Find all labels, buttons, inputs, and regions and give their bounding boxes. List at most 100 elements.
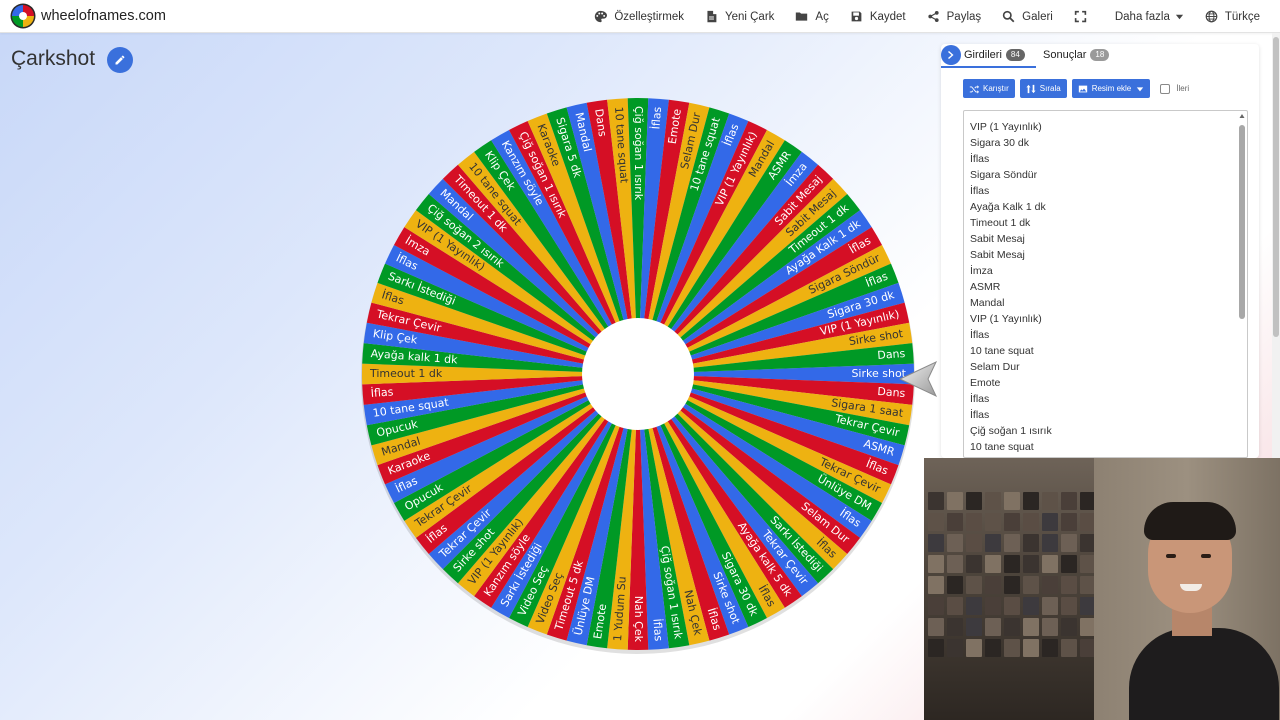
shelf-item	[1042, 492, 1058, 510]
sort-button[interactable]: Sırala	[1019, 79, 1067, 98]
nav-open[interactable]: Aç	[795, 10, 829, 23]
checkbox-box[interactable]	[1160, 83, 1171, 94]
shelf-item	[947, 492, 963, 510]
shelf-item	[985, 492, 1001, 510]
shelf-item	[1023, 597, 1039, 615]
shuffle-label: Karıştır	[983, 84, 1009, 93]
nav-menu: Özelleştirmek Yeni Çark Aç Kaydet Paylaş…	[573, 0, 1260, 33]
tab-results[interactable]: Sonuçlar 18	[1043, 49, 1110, 61]
nav-customize[interactable]: Özelleştirmek	[594, 10, 684, 23]
person-smile	[1180, 584, 1202, 591]
scroll-up-arrow-icon[interactable]	[1239, 113, 1245, 119]
shelf-item	[1061, 534, 1077, 552]
entries-textarea[interactable]: VIP (1 Yayınlık) Sigara 30 dk İflas Sigara …	[963, 110, 1248, 458]
wheel-svg[interactable]: Sirke shotDansSigara 1 saatTekrar ÇevirA…	[352, 88, 924, 660]
entry-line: İflas	[970, 185, 990, 197]
entry-line: Çiğ soğan 1 ısırık	[970, 425, 1052, 437]
brand-link[interactable]: wheelofnames.com	[10, 3, 166, 29]
shelf-item	[928, 639, 944, 657]
shuffle-button[interactable]: Karıştır	[963, 79, 1015, 98]
shelf-item	[1004, 576, 1020, 594]
chevron-right-icon	[948, 51, 954, 59]
shelf-item	[966, 492, 982, 510]
shelf-item	[985, 576, 1001, 594]
shelf-item	[966, 555, 982, 573]
wheel-slice-label: Çiğ soğan 1 ısırık	[632, 106, 645, 201]
shelf-item	[1042, 555, 1058, 573]
shelf-item	[966, 639, 982, 657]
collapse-panel-button[interactable]	[941, 45, 961, 65]
wheel[interactable]: Sirke shot Dans Sigara 1 saat Tekrar Çevir A…	[352, 88, 924, 660]
entry-line: 10 tane squat	[970, 345, 1034, 357]
shelf-item	[1023, 534, 1039, 552]
shelf-item	[928, 618, 944, 636]
person-left-eye	[1166, 554, 1176, 558]
document-icon	[707, 10, 717, 23]
save-icon	[851, 11, 862, 22]
tab-entries[interactable]: Girdileri 84	[941, 44, 1036, 68]
shelf-item	[928, 513, 944, 531]
share-icon	[928, 10, 939, 23]
wheel-slice-label: İflas	[649, 106, 664, 130]
shelf-item	[1004, 618, 1020, 636]
shelf-item	[1004, 513, 1020, 531]
shelf-item	[928, 576, 944, 594]
wheel-center[interactable]	[582, 318, 694, 430]
shelf-item	[1004, 639, 1020, 657]
tab-results-label: Sonuçlar	[1043, 49, 1087, 61]
entry-line: Selam Dur	[970, 361, 1020, 373]
shelf-item	[1061, 555, 1077, 573]
add-image-button[interactable]: Resim ekle	[1071, 79, 1151, 98]
nav-fullscreen[interactable]	[1074, 10, 1094, 23]
edit-title-button[interactable]	[107, 47, 133, 73]
shelf-item	[966, 513, 982, 531]
shelf-item	[947, 576, 963, 594]
shelf-item	[985, 639, 1001, 657]
nav-new-wheel[interactable]: Yeni Çark	[705, 10, 774, 23]
search-icon	[1002, 10, 1015, 23]
shelf-item	[947, 513, 963, 531]
entries-count-badge: 84	[1005, 49, 1025, 61]
shelf-item	[1004, 492, 1020, 510]
shelf-item	[985, 555, 1001, 573]
entries-scroll-thumb[interactable]	[1239, 125, 1245, 319]
wheel-logo-icon	[10, 3, 36, 29]
person-right-eye	[1201, 554, 1211, 558]
entry-line: VIP (1 Yayınlık)	[970, 121, 1042, 133]
nav-save[interactable]: Kaydet	[850, 10, 906, 23]
shelf-item	[928, 597, 944, 615]
shelf-item	[1023, 492, 1039, 510]
chevron-down-icon	[1175, 14, 1183, 20]
wheel-slice-label: İflas	[650, 618, 665, 642]
entry-line: Ayağa Kalk 1 dk	[970, 201, 1046, 213]
shelf-item	[928, 555, 944, 573]
shelf-item	[1004, 597, 1020, 615]
shuffle-icon	[969, 84, 979, 94]
nav-share-label: Paylaş	[946, 10, 982, 23]
nav-gallery-label: Galeri	[1022, 10, 1053, 23]
folder-icon	[796, 12, 808, 21]
nav-gallery[interactable]: Galeri	[1002, 10, 1053, 23]
nav-customize-label: Özelleştirmek	[614, 10, 684, 23]
shelf-item	[947, 597, 963, 615]
entry-line: İflas	[970, 393, 990, 405]
shelf-item	[966, 576, 982, 594]
nav-share[interactable]: Paylaş	[927, 10, 982, 23]
wheel-pointer-icon	[898, 360, 938, 398]
shelf-item	[985, 597, 1001, 615]
advanced-checkbox[interactable]: İleri	[1160, 83, 1189, 94]
entries-panel: Girdileri 84 Sonuçlar 18 Karıştır Sırala…	[941, 44, 1259, 458]
shelf-item	[966, 618, 982, 636]
top-navbar: wheelofnames.com Özelleştirmek Yeni Çark…	[0, 0, 1280, 33]
nav-language[interactable]: Türkçe	[1205, 10, 1260, 23]
shelf-item	[985, 534, 1001, 552]
shelf-item	[1023, 555, 1039, 573]
entries-scrollbar[interactable]	[1239, 113, 1245, 457]
sort-icon	[1026, 84, 1036, 93]
nav-open-label: Aç	[815, 10, 829, 23]
nav-more[interactable]: Daha fazla	[1115, 11, 1184, 23]
entry-line: Timeout 1 dk	[970, 217, 1031, 229]
page-scroll-thumb[interactable]	[1273, 37, 1279, 337]
wheel-slice-label: Nah Çek	[632, 596, 645, 643]
fullscreen-icon	[1074, 10, 1087, 23]
